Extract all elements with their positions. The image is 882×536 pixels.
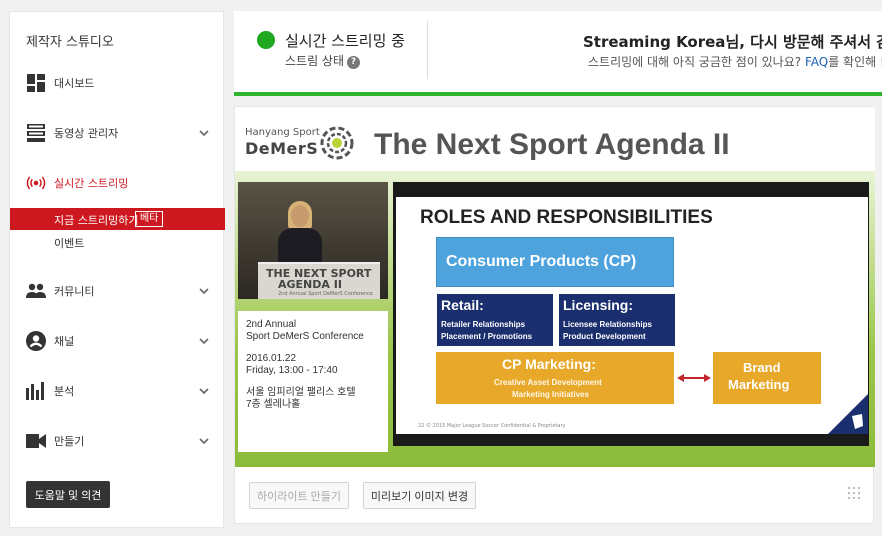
stream-status-text: 스트림 상태 <box>285 54 345 68</box>
welcome-subtext: 스트리밍에 대해 아직 궁금한 점이 있나요? FAQ를 확인해 ! <box>588 53 882 70</box>
info-line: Friday, 13:00 - 17:40 <box>246 365 338 376</box>
sidebar-item-label: 만들기 <box>54 435 85 448</box>
sidebar-subitem-label: 이벤트 <box>54 237 85 250</box>
sidebar-item-label: 커뮤니티 <box>54 285 95 298</box>
slide-content: ROLES AND RESPONSIBILITIES Consumer Prod… <box>396 197 868 434</box>
video-manager-icon <box>26 123 46 143</box>
cp-marketing-box: CP Marketing: Creative Asset Development… <box>436 352 674 404</box>
info-line: 2nd Annual <box>246 319 297 330</box>
sidebar-subitem-label: 지금 스트리밍하기 <box>54 214 139 227</box>
stream-status-title: 실시간 스트리밍 중 <box>285 32 405 50</box>
podium-line2: AGENDA II <box>278 278 342 291</box>
retail-box: Retail: Retailer Relationships Placement… <box>437 294 553 346</box>
licensing-heading: Licensing: <box>563 297 634 313</box>
cp-marketing-heading: CP Marketing: <box>502 356 596 372</box>
double-arrow-icon <box>677 374 711 382</box>
speaker-video: THE NEXT SPORT AGENDA II 2nd Annual Spor… <box>238 182 388 299</box>
sidebar-subitem-stream-now[interactable]: 지금 스트리밍하기 베타 <box>10 208 225 230</box>
event-info-box: 2nd Annual Sport DeMerS Conference 2016.… <box>238 311 388 452</box>
licensing-line: Licensee Relationships <box>563 320 652 329</box>
retail-heading: Retail: <box>441 297 484 313</box>
slide-title: ROLES AND RESPONSIBILITIES <box>420 207 713 228</box>
slide-footer: 22 © 2015 Major League Soccer Confidenti… <box>418 423 566 429</box>
sidebar-item-channel[interactable]: 채널 <box>10 327 225 355</box>
podium: THE NEXT SPORT AGENDA II 2nd Annual Spor… <box>258 262 380 299</box>
speaker-head <box>291 205 309 227</box>
stream-status-indicator <box>257 31 275 49</box>
help-feedback-button[interactable]: 도움말 및 의견 <box>26 481 110 508</box>
sidebar-item-community[interactable]: 커뮤니티 <box>10 277 225 305</box>
chevron-down-icon[interactable] <box>197 334 211 348</box>
sidebar-item-label: 실시간 스트리밍 <box>54 177 129 190</box>
sidebar-item-dashboard[interactable]: 대시보드 <box>10 69 225 97</box>
stream-status-card: 실시간 스트리밍 중 스트림 상태? Streaming Korea님, 다시 … <box>234 11 882 96</box>
mls-logo-icon <box>828 394 868 434</box>
retail-line: Retailer Relationships <box>441 320 526 329</box>
logo-line1: Hanyang Sport <box>245 127 320 138</box>
change-thumbnail-button[interactable]: 미리보기 이미지 변경 <box>363 482 476 509</box>
info-line: Sport DeMerS Conference <box>246 331 364 342</box>
community-icon <box>26 281 46 301</box>
divider <box>427 21 428 79</box>
brand-line1: Brand <box>743 360 781 375</box>
sidebar-item-create[interactable]: 만들기 <box>10 427 225 455</box>
logo-line2: DeMerS <box>245 139 319 158</box>
sidebar-item-label: 동영상 관리자 <box>54 127 119 140</box>
faq-link[interactable]: FAQ <box>805 55 828 69</box>
channel-icon <box>26 331 46 351</box>
chevron-down-icon[interactable] <box>197 126 211 140</box>
sidebar-item-label: 분석 <box>54 385 75 398</box>
cp-marketing-line: Marketing Initiatives <box>512 390 589 399</box>
chevron-down-icon[interactable] <box>197 384 211 398</box>
licensing-line: Product Development <box>563 332 646 341</box>
create-highlight-button[interactable]: 하이라이트 만들기 <box>249 482 349 509</box>
stream-preview-card: Hanyang Sport DeMerS The Next Sport Agen… <box>234 106 875 524</box>
create-icon <box>26 431 46 451</box>
banner-title: The Next Sport Agenda II <box>374 128 730 161</box>
dashboard-icon <box>26 73 46 93</box>
sidebar-item-label: 채널 <box>54 335 75 348</box>
sidebar-item-live-streaming[interactable]: 실시간 스트리밍 <box>10 169 225 197</box>
sidebar-item-video-manager[interactable]: 동영상 관리자 <box>10 119 225 147</box>
chevron-down-icon[interactable] <box>197 434 211 448</box>
presentation-slide: ROLES AND RESPONSIBILITIES Consumer Prod… <box>393 182 869 446</box>
cp-marketing-line: Creative Asset Development <box>494 378 602 387</box>
retail-line: Placement / Promotions <box>441 332 533 341</box>
sidebar: 제작자 스튜디오 대시보드 동영상 관리자 실시간 스트리밍 지금 스트리밍하기… <box>9 11 225 528</box>
sidebar-item-label: 대시보드 <box>54 77 95 90</box>
grid-icon[interactable] <box>847 486 861 500</box>
welcome-sub-suffix: 를 확인해 ! <box>828 55 882 69</box>
live-icon <box>26 173 46 193</box>
stream-preview-player[interactable]: Hanyang Sport DeMerS The Next Sport Agen… <box>235 107 875 467</box>
info-line: 7층 셀레나홀 <box>246 399 301 410</box>
chevron-down-icon[interactable] <box>197 284 211 298</box>
welcome-message: Streaming Korea님, 다시 방문해 주셔서 감사합 <box>583 31 882 52</box>
cp-label: Consumer Products (CP) <box>446 253 637 270</box>
info-line: 2016.01.22 <box>246 353 297 364</box>
help-icon[interactable]: ? <box>347 56 361 69</box>
brand-line2: Marketing <box>728 377 790 392</box>
cp-box: Consumer Products (CP) <box>436 237 674 287</box>
welcome-sub-prefix: 스트리밍에 대해 아직 궁금한 점이 있나요? <box>588 55 805 69</box>
stream-status-label: 스트림 상태? <box>285 52 361 69</box>
welcome-name: Streaming Korea <box>583 33 726 51</box>
analytics-icon <box>26 381 46 401</box>
beta-badge: 베타 <box>135 211 164 227</box>
licensing-box: Licensing: Licensee Relationships Produc… <box>559 294 675 346</box>
demers-logo-icon <box>320 126 354 160</box>
welcome-suffix: 님, 다시 방문해 주셔서 감사합 <box>725 33 882 51</box>
sidebar-title: 제작자 스튜디오 <box>26 35 114 50</box>
info-line: 서울 임피리얼 팰리스 호텔 <box>246 387 356 398</box>
sidebar-subitem-events[interactable]: 이벤트 <box>10 231 225 253</box>
brand-marketing-box: Brand Marketing <box>713 352 821 404</box>
podium-line3: 2nd Annual Sport DeMerS Conference <box>278 291 373 297</box>
sidebar-item-analytics[interactable]: 분석 <box>10 377 225 405</box>
